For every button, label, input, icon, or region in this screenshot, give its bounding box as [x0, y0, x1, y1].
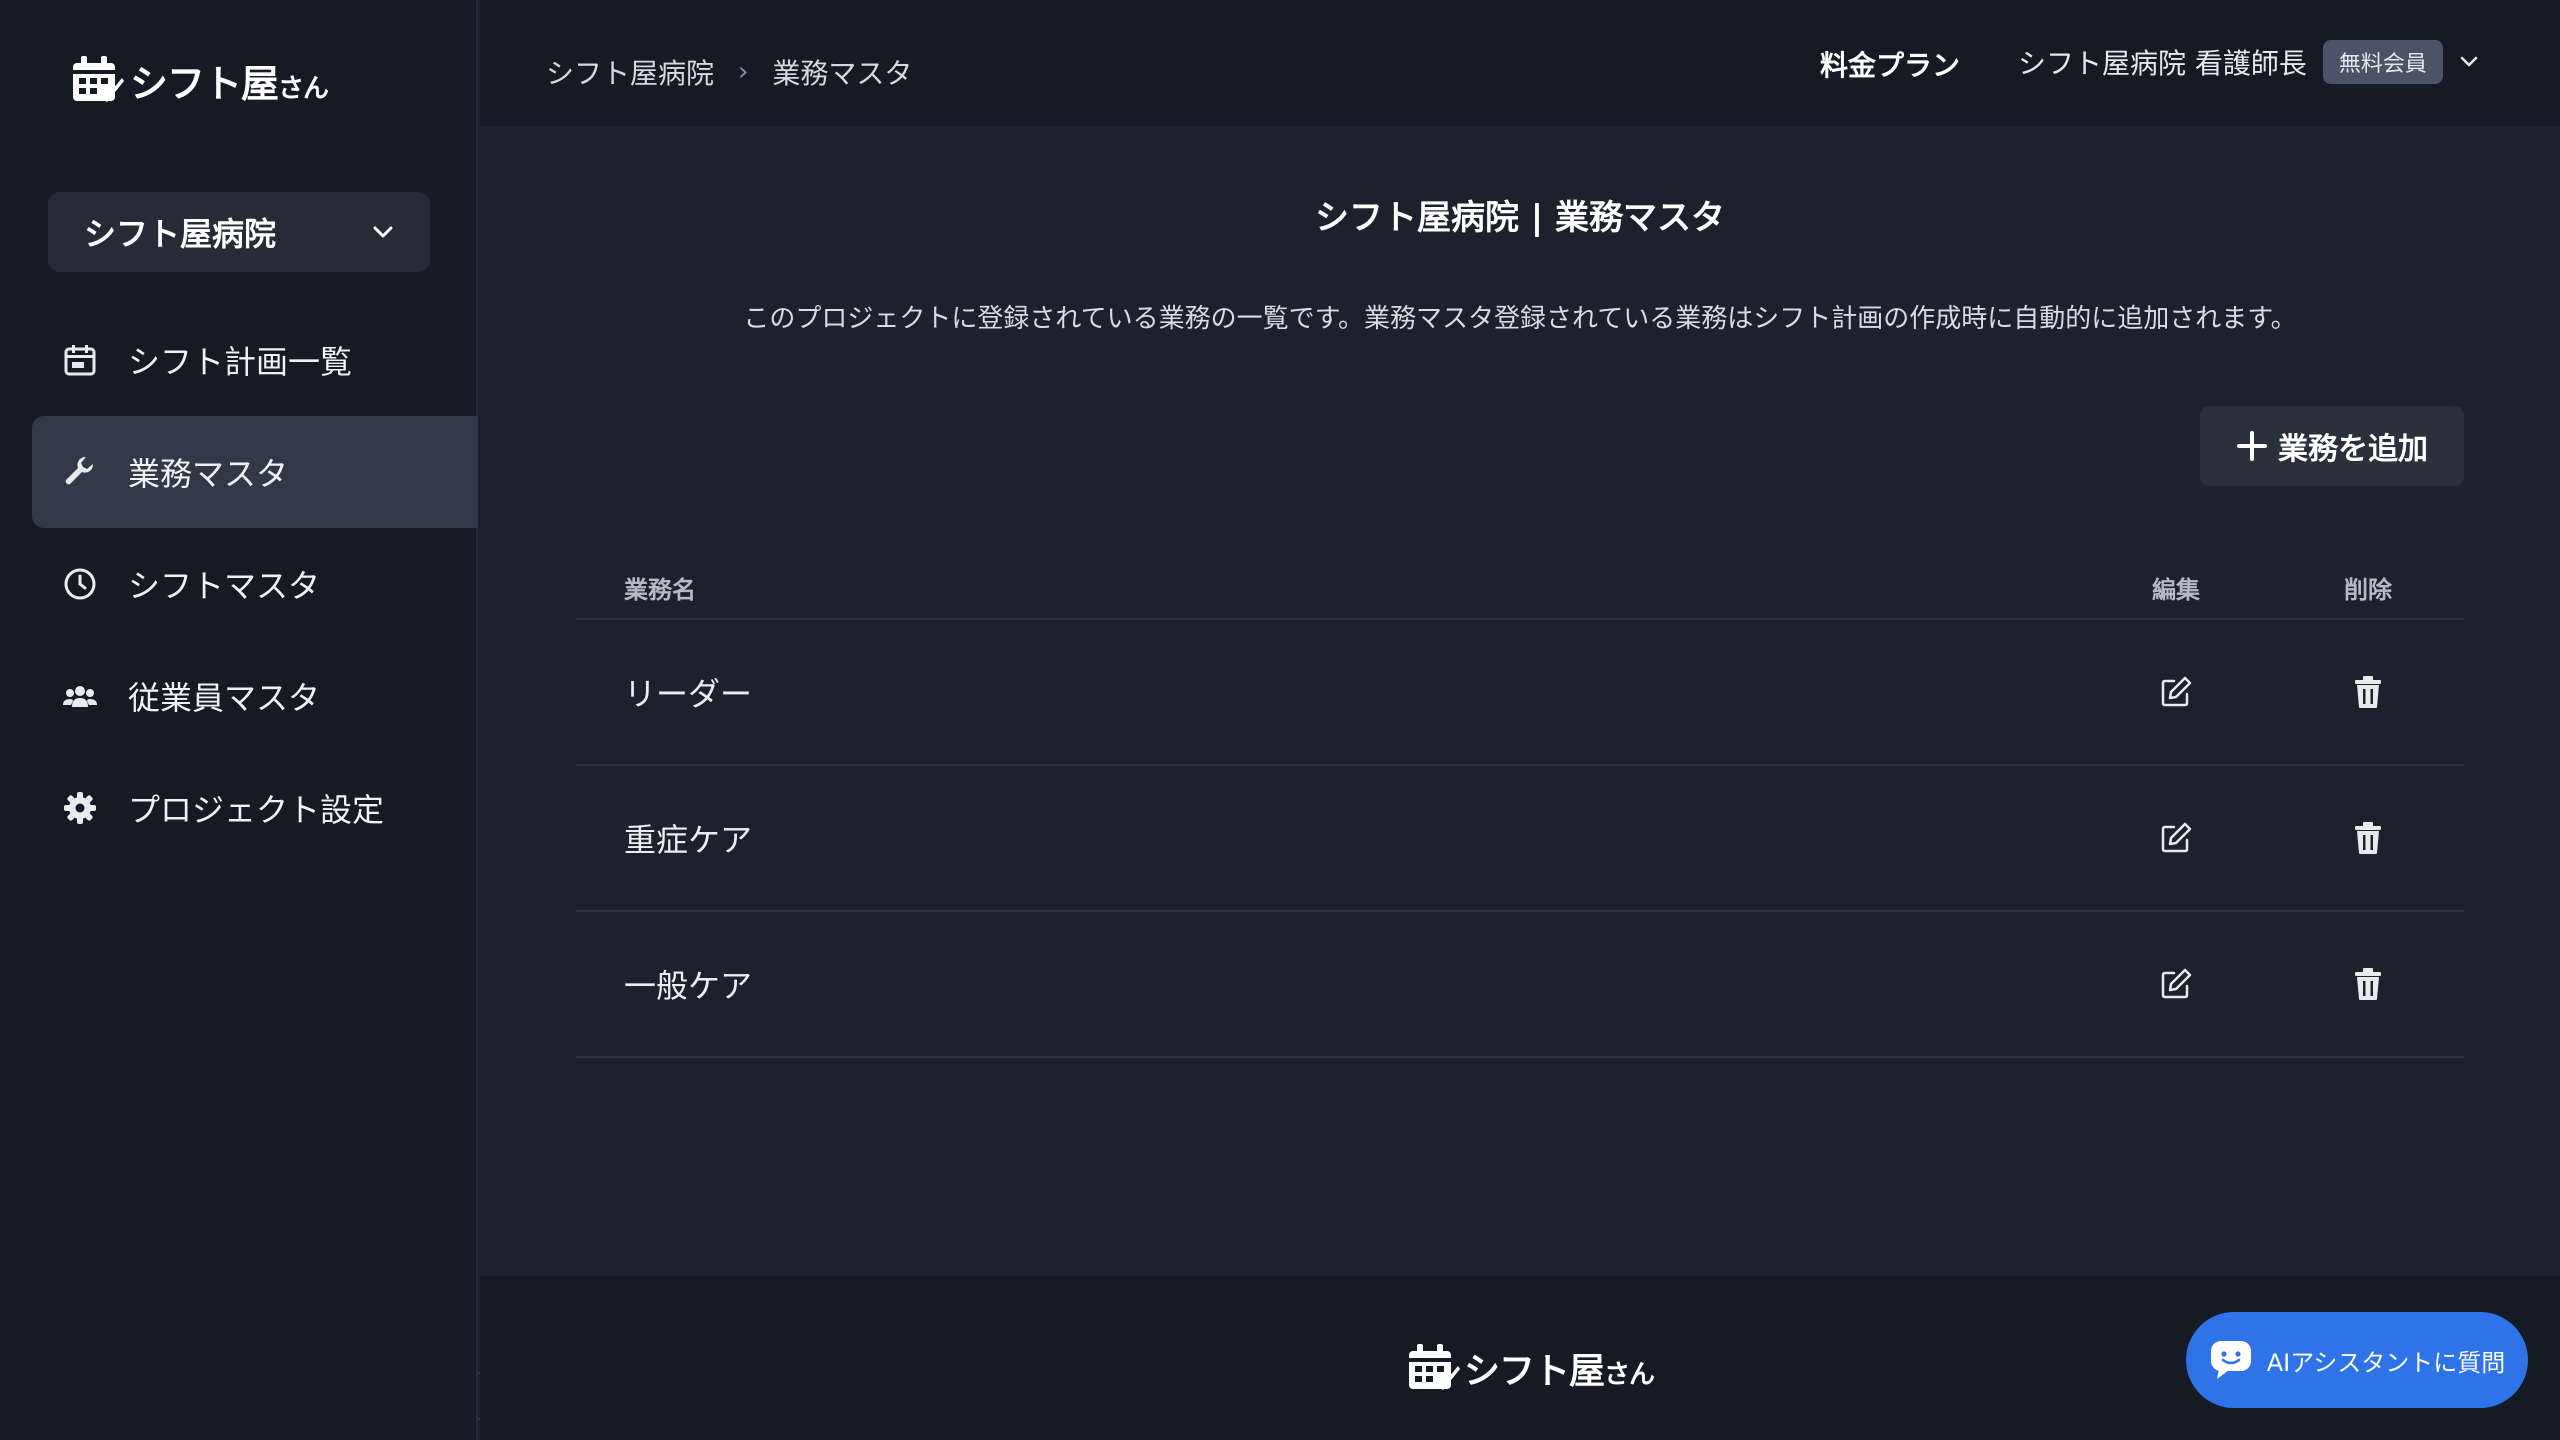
sidebar-item-label: シフト計画一覧 — [128, 343, 353, 381]
edit-button[interactable] — [2080, 821, 2272, 855]
task-name: 重症ケア — [624, 821, 753, 859]
brand-logo[interactable]: シフト屋さん — [70, 52, 329, 108]
main-content: シフト屋病院 | 業務マスタ このプロジェクトに登録されている業務の一覧です。業… — [480, 126, 2560, 1276]
plus-icon — [2237, 431, 2267, 461]
sidebar-item-label: 従業員マスタ — [128, 679, 321, 717]
sidebar-item-label: シフトマスタ — [128, 567, 321, 605]
trash-icon — [2355, 676, 2381, 708]
chat-bot-icon — [2210, 1341, 2251, 1379]
trash-icon — [2355, 968, 2381, 1000]
top-header: シフト屋病院 › 業務マスタ 料金プラン シフト屋病院 看護師長 無料会員 — [480, 0, 2560, 126]
column-header-delete: 削除 — [2344, 575, 2392, 604]
delete-button[interactable] — [2272, 967, 2464, 1001]
project-select[interactable]: シフト屋病院 — [48, 192, 430, 272]
member-status-badge: 無料会員 — [2322, 40, 2443, 84]
trash-icon — [2355, 822, 2381, 854]
project-select-label: シフト屋病院 — [84, 215, 277, 253]
sidebar-item-project-settings[interactable]: プロジェクト設定 — [32, 752, 478, 864]
task-name: リーダー — [624, 675, 753, 713]
calendar-logo-icon — [1409, 1344, 1460, 1390]
ai-assistant-label: AIアシスタントに質問 — [2266, 1348, 2506, 1377]
sidebar-item-shift-master[interactable]: シフトマスタ — [32, 528, 478, 640]
delete-button[interactable] — [2272, 821, 2464, 855]
edit-icon — [2161, 822, 2192, 853]
chevron-down-icon — [2460, 56, 2478, 67]
edit-button[interactable] — [2080, 675, 2272, 709]
task-table: 業務名 編集 削除 リーダー 重症ケア 一般ケア — [576, 556, 2464, 1058]
sidebar-item-label: 業務マスタ — [128, 455, 289, 493]
clock-icon — [62, 566, 98, 602]
table-row: 一般ケア — [576, 912, 2464, 1058]
calendar-icon — [62, 342, 98, 378]
brand-name: シフト屋さん — [130, 61, 329, 106]
sidebar-item-task-master[interactable]: 業務マスタ — [32, 416, 478, 528]
calendar-logo-icon — [73, 56, 124, 102]
pricing-plan-link[interactable]: 料金プラン — [1820, 44, 1960, 84]
page-title: シフト屋病院 | 業務マスタ — [1314, 198, 1726, 238]
user-menu[interactable]: シフト屋病院 看護師長 無料会員 — [2018, 40, 2479, 84]
column-header-name: 業務名 — [624, 575, 696, 604]
footer-brand-name: シフト屋さん — [1464, 1351, 1655, 1392]
breadcrumb: シフト屋病院 › 業務マスタ — [546, 52, 912, 92]
gear-icon — [62, 790, 98, 826]
edit-icon — [2161, 968, 2192, 999]
delete-button[interactable] — [2272, 675, 2464, 709]
footer-logo[interactable]: シフト屋さん — [1406, 1342, 1655, 1394]
users-icon — [62, 678, 98, 714]
sidebar-item-employee-master[interactable]: 従業員マスタ — [32, 640, 478, 752]
sidebar-nav: シフト計画一覧 業務マスタ シフトマスタ 従業員マスタ プロジェクト設定 — [32, 304, 478, 864]
breadcrumb-separator: › — [738, 57, 749, 87]
breadcrumb-item-current: 業務マスタ — [772, 57, 913, 90]
user-name: シフト屋病院 看護師長 — [2018, 47, 2307, 80]
table-row: リーダー — [576, 620, 2464, 766]
sidebar: シフト屋さん シフト屋病院 シフト計画一覧 業務マスタ シフトマスタ 従業員マス… — [0, 0, 478, 1440]
sidebar-item-shift-plans[interactable]: シフト計画一覧 — [32, 304, 478, 416]
page-description: このプロジェクトに登録されている業務の一覧です。業務マスタ登録されている業務はシ… — [743, 304, 2297, 334]
task-name: 一般ケア — [624, 967, 753, 1005]
ai-assistant-button[interactable]: AIアシスタントに質問 — [2186, 1312, 2528, 1408]
edit-icon — [2161, 676, 2192, 707]
breadcrumb-item-project[interactable]: シフト屋病院 — [546, 52, 714, 92]
sidebar-item-label: プロジェクト設定 — [128, 791, 385, 829]
add-task-button[interactable]: 業務を追加 — [2200, 406, 2464, 486]
edit-button[interactable] — [2080, 967, 2272, 1001]
app-root: シフト屋さん シフト屋病院 シフト計画一覧 業務マスタ シフトマスタ 従業員マス… — [0, 0, 2560, 1440]
column-header-edit: 編集 — [2152, 575, 2200, 604]
chevron-down-icon — [373, 226, 393, 238]
table-header: 業務名 編集 削除 — [576, 556, 2464, 620]
add-task-button-label: 業務を追加 — [2278, 432, 2428, 467]
table-row: 重症ケア — [576, 766, 2464, 912]
wrench-icon — [62, 454, 98, 490]
